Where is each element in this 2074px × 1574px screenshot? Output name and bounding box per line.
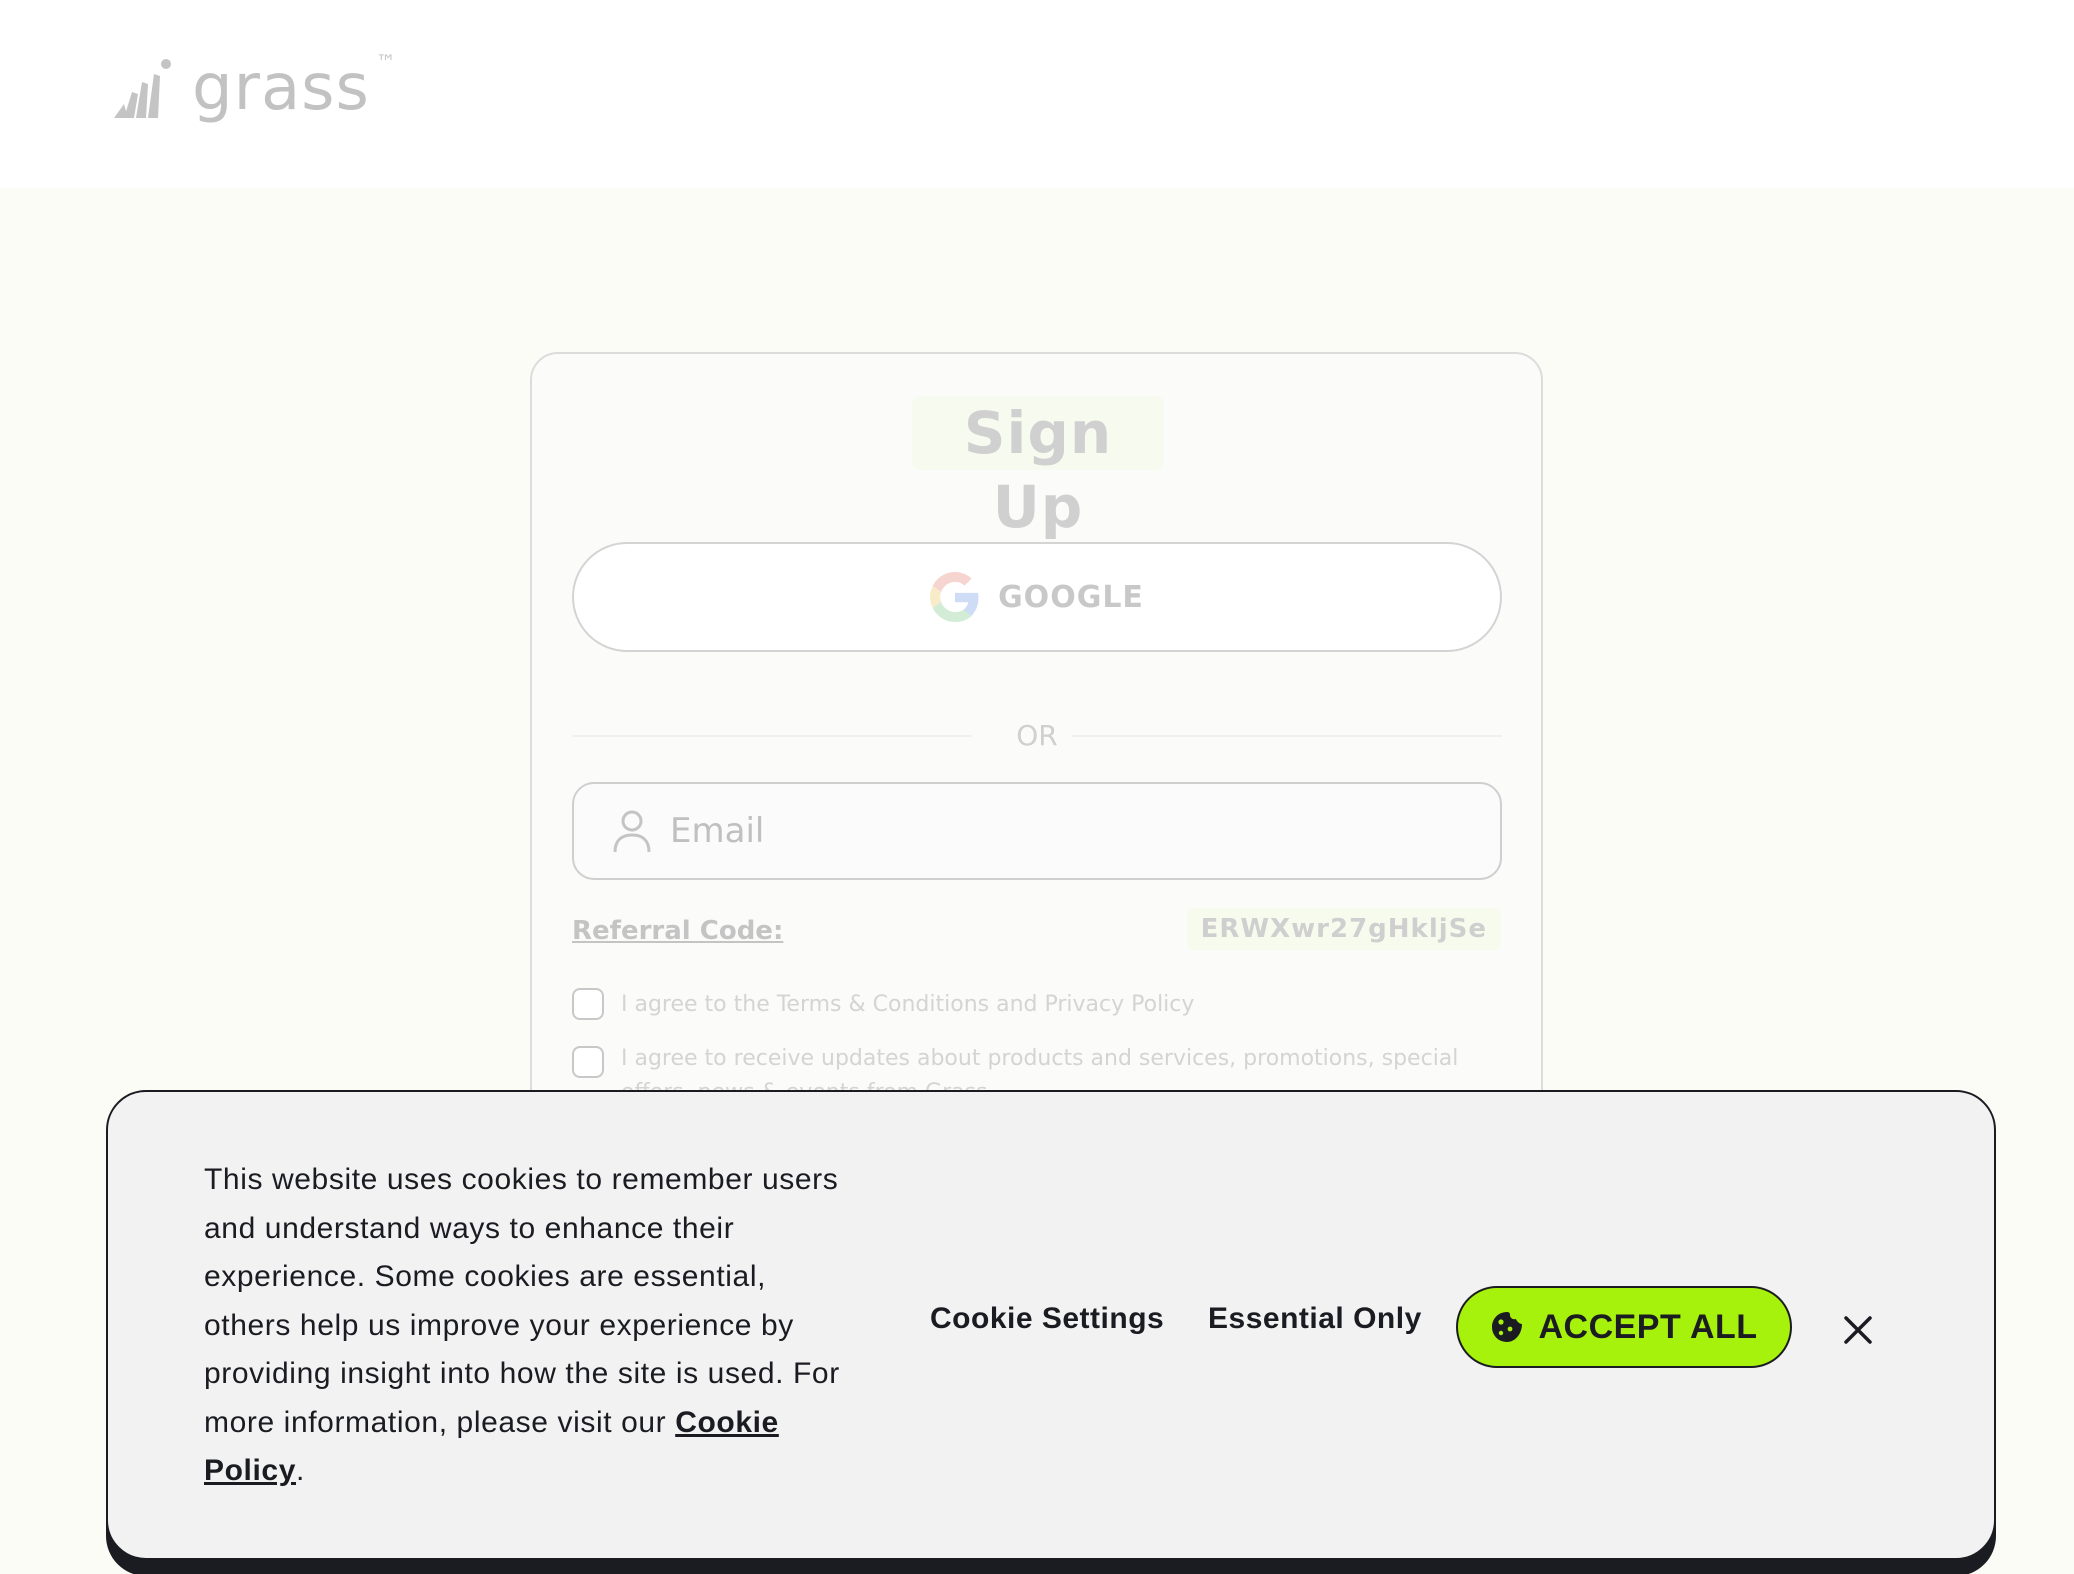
- accept-all-button[interactable]: ACCEPT ALL: [1456, 1286, 1792, 1368]
- user-icon: [613, 810, 651, 853]
- logo-text: grass: [192, 51, 370, 125]
- terms-checkbox[interactable]: [572, 988, 604, 1020]
- logo-trademark: ™: [375, 50, 396, 74]
- close-icon[interactable]: [1838, 1310, 1878, 1350]
- terms-checkbox-row: I agree to the Terms & Conditions and Pr…: [572, 988, 1481, 1022]
- referral-code-link[interactable]: Referral Code:: [572, 916, 783, 946]
- cookie-icon: [1492, 1312, 1523, 1342]
- google-signin-button[interactable]: GOOGLE: [572, 542, 1502, 652]
- divider-text: OR: [1016, 719, 1058, 752]
- referral-code-value: ERWXwr27gHkljSe: [1186, 908, 1501, 950]
- accept-all-label: ACCEPT ALL: [1538, 1307, 1758, 1346]
- cookie-banner: This website uses cookies to remember us…: [106, 1090, 1996, 1560]
- cookie-message: This website uses cookies to remember us…: [204, 1156, 844, 1496]
- email-field[interactable]: [572, 782, 1502, 880]
- email-input[interactable]: [670, 811, 1450, 851]
- cookie-message-text: This website uses cookies to remember us…: [204, 1163, 840, 1439]
- page: grass ™ Sign Up GOOGLE OR Email Referral…: [0, 0, 2074, 1574]
- grass-logo-icon: [114, 59, 171, 118]
- header: grass ™: [0, 0, 2074, 188]
- or-divider: OR: [572, 716, 1502, 756]
- updates-checkbox[interactable]: [572, 1046, 604, 1078]
- page-title: Sign Up: [912, 396, 1164, 541]
- logo[interactable]: grass ™: [110, 48, 396, 128]
- essential-only-button[interactable]: Essential Only: [1208, 1302, 1422, 1336]
- google-icon: [930, 572, 979, 622]
- google-button-label: GOOGLE: [998, 579, 1144, 615]
- cookie-message-end: .: [295, 1454, 305, 1487]
- terms-text: I agree to the Terms & Conditions and Pr…: [621, 992, 1195, 1017]
- cookie-settings-button[interactable]: Cookie Settings: [930, 1302, 1164, 1336]
